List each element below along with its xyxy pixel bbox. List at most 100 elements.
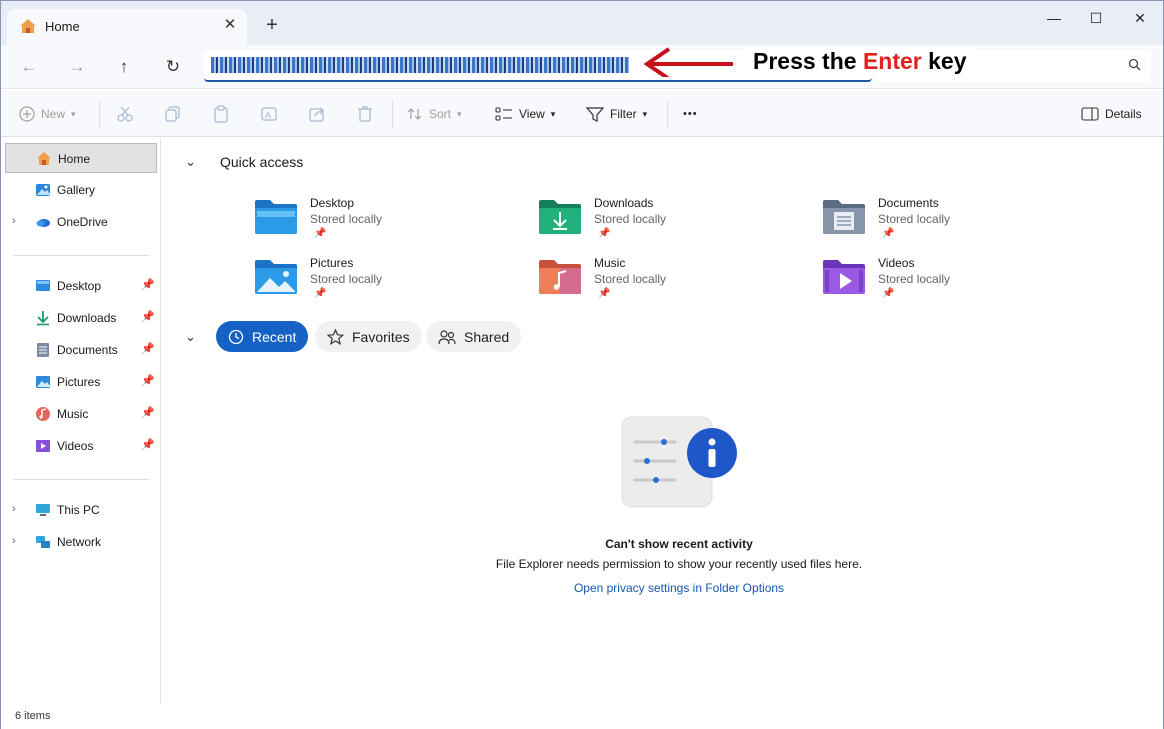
- new-button[interactable]: New ▾: [19, 102, 76, 126]
- pictures-icon: [36, 376, 50, 388]
- sidebar-item-videos[interactable]: Videos 📌: [5, 431, 157, 461]
- pin-icon: 📌: [314, 288, 327, 299]
- chevron-down-icon: ▾: [642, 108, 648, 119]
- tab-close-icon[interactable]: ✕: [221, 16, 239, 34]
- separator: [667, 100, 668, 128]
- tab-favorites[interactable]: Favorites: [315, 321, 422, 352]
- pin-icon[interactable]: 📌: [141, 278, 155, 291]
- instruction-text: Press the Enter key: [745, 47, 975, 75]
- videos-folder-icon: [823, 260, 865, 294]
- clipboard-icon: [214, 105, 228, 123]
- sidebar-item-pictures[interactable]: Pictures 📌: [5, 367, 157, 397]
- pin-icon[interactable]: 📌: [141, 342, 155, 355]
- svg-text:A: A: [265, 111, 272, 121]
- sidebar-item-network[interactable]: › Network: [5, 527, 157, 557]
- sidebar-item-home[interactable]: Home: [5, 143, 157, 173]
- title-bar: Home ✕ + — ☐ ✕: [1, 1, 1163, 45]
- maximize-button[interactable]: ☐: [1073, 3, 1119, 33]
- tab-title: Home: [45, 19, 80, 34]
- status-bar: 6 items: [1, 704, 1163, 729]
- delete-button[interactable]: [356, 102, 374, 126]
- up-button[interactable]: ↑: [109, 52, 139, 82]
- rename-button[interactable]: A: [260, 102, 278, 126]
- command-bar: New ▾ A Sort ▾ View ▾ Filter ▾ ••• Detai…: [1, 90, 1163, 137]
- sidebar-item-gallery[interactable]: Gallery: [5, 175, 157, 205]
- empty-state-title: Can't show recent activity: [605, 537, 753, 551]
- forward-button[interactable]: →: [62, 52, 92, 82]
- sidebar-divider: [13, 255, 149, 256]
- close-button[interactable]: ✕: [1117, 3, 1163, 33]
- copy-button[interactable]: [164, 102, 182, 126]
- details-pane-icon: [1081, 107, 1099, 121]
- pin-icon[interactable]: 📌: [141, 406, 155, 419]
- paste-button[interactable]: [212, 102, 230, 126]
- chevron-down-icon: ▾: [550, 108, 556, 119]
- pin-icon[interactable]: 📌: [141, 374, 155, 387]
- scissors-icon: [117, 106, 133, 122]
- sidebar-item-documents[interactable]: Documents 📌: [5, 335, 157, 365]
- sort-icon: [407, 108, 422, 120]
- quick-access-documents[interactable]: Documents Stored locally 📌: [822, 194, 1082, 250]
- sidebar-item-downloads[interactable]: Downloads 📌: [5, 303, 157, 333]
- pin-icon: 📌: [598, 288, 611, 299]
- more-options-button[interactable]: •••: [683, 102, 698, 126]
- desktop-icon: [36, 280, 50, 291]
- gallery-icon: [36, 184, 50, 196]
- main-content: ⌄ Quick access Desktop Stored locally 📌 …: [162, 138, 1162, 704]
- pictures-folder-icon: [255, 260, 297, 294]
- documents-folder-icon: [823, 200, 865, 234]
- back-button[interactable]: ←: [14, 52, 44, 82]
- instruction-annotation: Press the Enter key: [641, 45, 995, 77]
- videos-icon: [36, 440, 50, 452]
- pin-icon[interactable]: 📌: [141, 438, 155, 451]
- network-icon: [36, 536, 50, 548]
- search-icon: [1128, 58, 1141, 71]
- tab-home[interactable]: Home ✕: [7, 9, 247, 45]
- filter-icon: [586, 107, 604, 122]
- sidebar-item-music[interactable]: Music 📌: [5, 399, 157, 429]
- pin-icon: 📌: [882, 288, 895, 299]
- details-button[interactable]: Details: [1081, 102, 1142, 126]
- quick-access-music[interactable]: Music Stored locally 📌: [538, 254, 798, 310]
- sidebar-item-onedrive[interactable]: › OneDrive: [5, 207, 157, 237]
- refresh-button[interactable]: ↻: [158, 52, 188, 82]
- pin-icon: 📌: [598, 228, 611, 239]
- downloads-folder-icon: [539, 200, 581, 234]
- item-count: 6 items: [15, 710, 51, 722]
- quick-access-desktop[interactable]: Desktop Stored locally 📌: [254, 194, 514, 250]
- recent-collapse-icon[interactable]: ⌄: [185, 329, 196, 345]
- onedrive-icon: [36, 219, 50, 227]
- music-icon: [36, 407, 50, 421]
- sidebar-item-desktop[interactable]: Desktop 📌: [5, 271, 157, 301]
- file-explorer-window: Home ✕ + — ☐ ✕ ← → ↑ ↻ Press the Enter k…: [0, 0, 1164, 729]
- view-button[interactable]: View ▾: [495, 102, 555, 126]
- separator: [99, 100, 100, 128]
- pin-icon: 📌: [882, 228, 895, 239]
- pin-icon[interactable]: 📌: [141, 310, 155, 323]
- quick-access-collapse-icon[interactable]: ⌄: [185, 154, 196, 170]
- people-icon: [438, 329, 456, 344]
- quick-access-downloads[interactable]: Downloads Stored locally 📌: [538, 194, 798, 250]
- chevron-right-icon[interactable]: ›: [12, 535, 16, 547]
- clock-icon: [228, 329, 244, 344]
- new-tab-button[interactable]: +: [261, 15, 283, 37]
- plus-circle-icon: [19, 106, 35, 122]
- cut-button[interactable]: [116, 102, 134, 126]
- chevron-right-icon[interactable]: ›: [12, 503, 16, 515]
- tab-recent[interactable]: Recent: [216, 321, 309, 352]
- sidebar-item-this-pc[interactable]: › This PC: [5, 495, 157, 525]
- filter-button[interactable]: Filter ▾: [586, 102, 647, 126]
- sort-button[interactable]: Sort ▾: [407, 102, 462, 126]
- chevron-right-icon[interactable]: ›: [12, 215, 16, 227]
- documents-icon: [37, 343, 49, 357]
- music-folder-icon: [539, 260, 581, 294]
- share-icon: [309, 107, 324, 122]
- quick-access-videos[interactable]: Videos Stored locally 📌: [822, 254, 1082, 310]
- share-button[interactable]: [308, 102, 326, 126]
- minimize-button[interactable]: —: [1031, 3, 1077, 33]
- quick-access-pictures[interactable]: Pictures Stored locally 📌: [254, 254, 514, 310]
- tab-shared[interactable]: Shared: [426, 321, 522, 352]
- address-text-redacted: [211, 57, 629, 73]
- pin-icon: 📌: [314, 228, 327, 239]
- navigation-pane: Home Gallery › OneDrive Desktop 📌 Downlo…: [1, 138, 161, 704]
